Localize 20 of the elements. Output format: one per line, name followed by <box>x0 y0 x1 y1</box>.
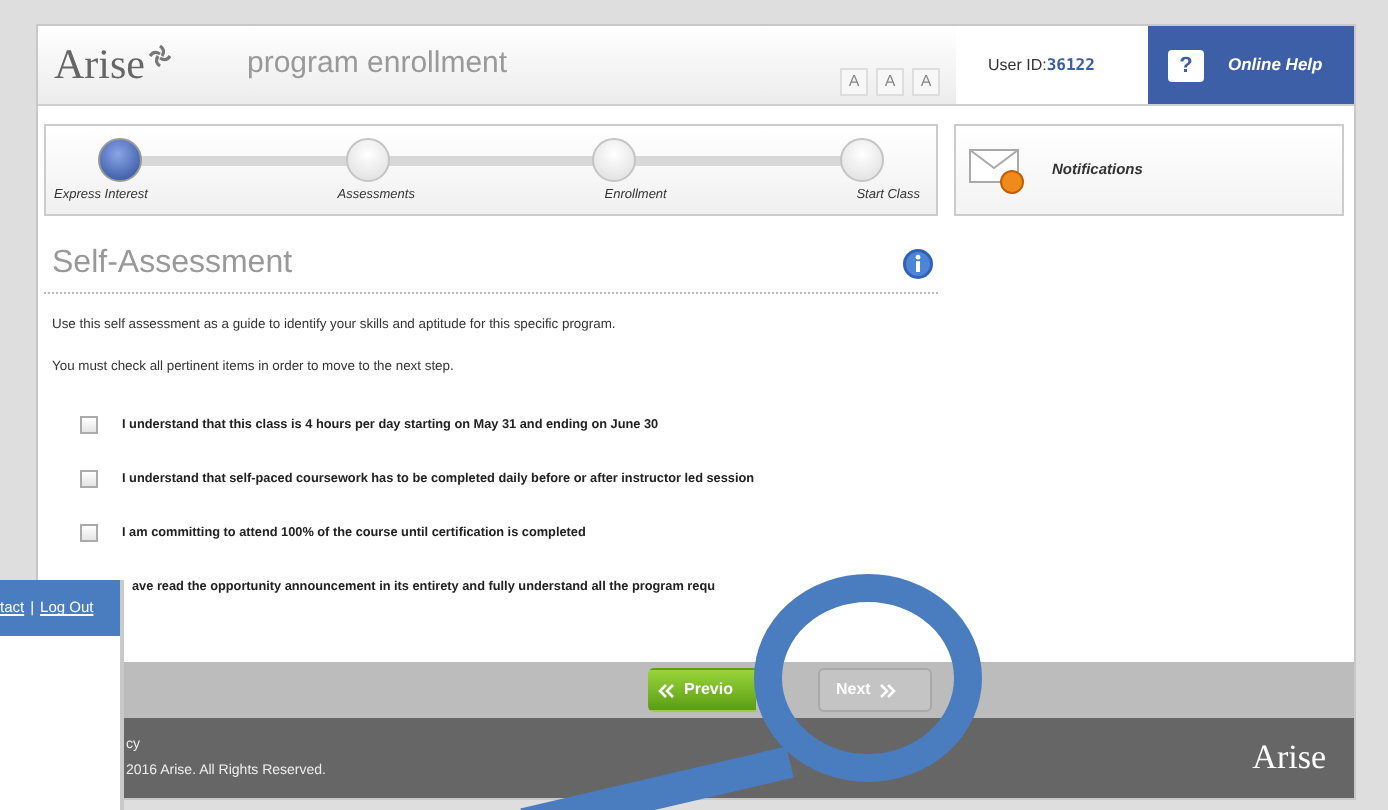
user-id: User ID:36122 <box>988 53 1095 77</box>
envelope-icon <box>968 146 1028 194</box>
checkbox[interactable] <box>80 416 98 435</box>
page-title: program enrollment <box>247 44 508 85</box>
checkbox[interactable] <box>80 470 98 489</box>
section-heading: Self-Assessment <box>52 244 293 284</box>
online-help-button[interactable]: ? Online Help <box>1148 26 1354 104</box>
double-chevron-icon <box>658 683 674 697</box>
help-icon: ? <box>1168 49 1204 81</box>
next-button[interactable]: Next <box>818 668 932 712</box>
footer-logo: Arise <box>1252 736 1326 781</box>
swirl-icon <box>147 43 171 67</box>
info-icon[interactable] <box>902 248 934 280</box>
double-chevron-icon <box>880 683 897 697</box>
font-size-button[interactable]: A <box>840 67 868 95</box>
font-size-button[interactable]: A <box>912 67 940 95</box>
checkbox[interactable] <box>80 524 98 543</box>
previous-button[interactable]: Previo <box>648 668 756 712</box>
logo: Arise <box>54 44 145 86</box>
font-size-button[interactable]: A <box>876 67 904 95</box>
